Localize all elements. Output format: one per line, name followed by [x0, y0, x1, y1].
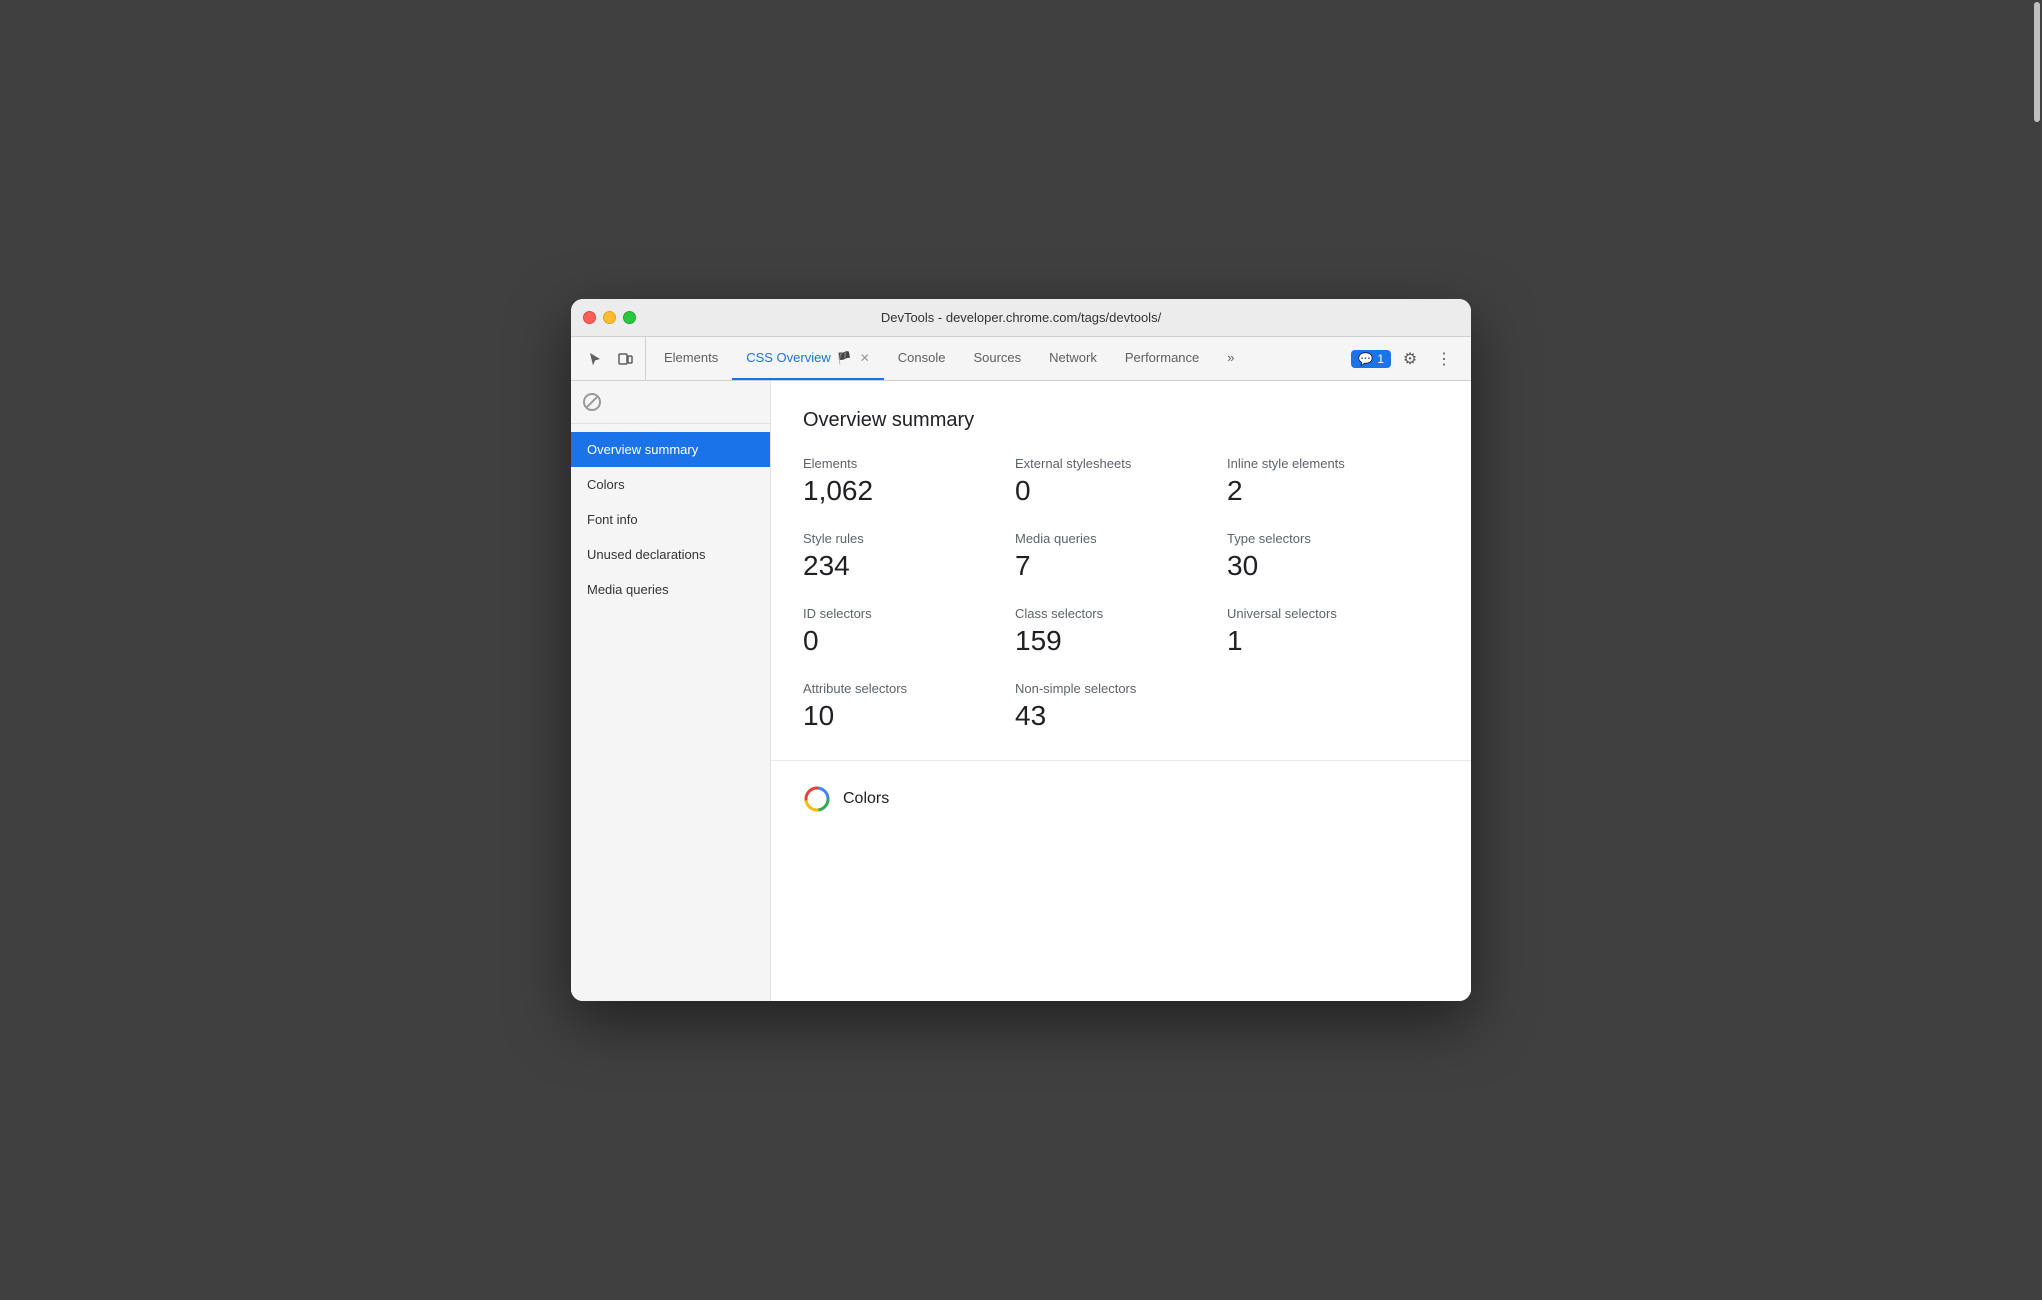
chat-badge[interactable]: 💬 1: [1351, 350, 1391, 368]
stat-universal-selectors-label: Universal selectors: [1227, 606, 1439, 621]
stat-universal-selectors-value: 1: [1227, 625, 1439, 657]
sidebar-nav: Overview summary Colors Font info Unused…: [571, 424, 770, 615]
colors-heading: Colors: [843, 790, 889, 808]
stat-media-queries-label: Media queries: [1015, 531, 1227, 546]
stat-elements: Elements 1,062: [803, 456, 1015, 507]
stat-id-selectors-value: 0: [803, 625, 1015, 657]
stat-type-selectors-value: 30: [1227, 550, 1439, 582]
tab-elements[interactable]: Elements: [650, 337, 732, 380]
chat-icon: 💬: [1358, 352, 1373, 366]
sidebar-item-media-queries[interactable]: Media queries: [571, 572, 770, 607]
stat-universal-selectors: Universal selectors 1: [1227, 606, 1439, 657]
stat-non-simple-selectors: Non-simple selectors 43: [1015, 681, 1227, 732]
tab-sources[interactable]: Sources: [959, 337, 1035, 380]
stat-id-selectors: ID selectors 0: [803, 606, 1015, 657]
stat-style-rules-label: Style rules: [803, 531, 1015, 546]
traffic-lights: [583, 311, 636, 324]
toolbar-icons: [575, 337, 646, 380]
stat-media-queries-value: 7: [1015, 550, 1227, 582]
stat-attribute-selectors: Attribute selectors 10: [803, 681, 1015, 732]
stat-inline-style-label: Inline style elements: [1227, 456, 1439, 471]
stat-type-selectors-label: Type selectors: [1227, 531, 1439, 546]
device-toolbar-button[interactable]: [611, 345, 639, 373]
sidebar-item-unused-declarations[interactable]: Unused declarations: [571, 537, 770, 572]
devtools-window: DevTools - developer.chrome.com/tags/dev…: [571, 299, 1471, 1001]
cursor-tool-button[interactable]: [581, 345, 609, 373]
colors-ring-icon: [803, 785, 831, 813]
chat-count: 1: [1377, 352, 1384, 366]
minimize-button[interactable]: [603, 311, 616, 324]
window-title: DevTools - developer.chrome.com/tags/dev…: [881, 310, 1161, 325]
sidebar-header: [571, 381, 770, 424]
tab-close-button[interactable]: ✕: [860, 351, 870, 365]
stat-external-stylesheets-value: 0: [1015, 475, 1227, 507]
stat-class-selectors-value: 159: [1015, 625, 1227, 657]
stat-attribute-selectors-value: 10: [803, 700, 1015, 732]
toolbar: Elements CSS Overview 🏴 ✕ Console Source…: [571, 337, 1471, 381]
sidebar: Overview summary Colors Font info Unused…: [571, 381, 771, 1001]
stat-inline-style-value: 2: [1227, 475, 1439, 507]
stat-style-rules-value: 234: [803, 550, 1015, 582]
settings-button[interactable]: ⚙: [1395, 344, 1425, 374]
stat-type-selectors: Type selectors 30: [1227, 531, 1439, 582]
toolbar-right: 💬 1 ⚙ ⋮: [1343, 337, 1467, 380]
experiment-icon: 🏴: [837, 351, 852, 365]
stat-class-selectors: Class selectors 159: [1015, 606, 1227, 657]
tab-more[interactable]: »: [1213, 337, 1248, 380]
stat-class-selectors-label: Class selectors: [1015, 606, 1227, 621]
stat-attribute-selectors-label: Attribute selectors: [803, 681, 1015, 696]
title-bar: DevTools - developer.chrome.com/tags/dev…: [571, 299, 1471, 337]
overview-summary-section: Overview summary Elements 1,062 External…: [771, 381, 1471, 761]
stat-inline-style: Inline style elements 2: [1227, 456, 1439, 507]
more-options-button[interactable]: ⋮: [1429, 344, 1459, 374]
sidebar-item-font-info[interactable]: Font info: [571, 502, 770, 537]
tab-css-overview[interactable]: CSS Overview 🏴 ✕: [732, 337, 884, 380]
stat-external-stylesheets: External stylesheets 0: [1015, 456, 1227, 507]
settings-icon: ⚙: [1403, 349, 1417, 369]
sidebar-item-colors[interactable]: Colors: [571, 467, 770, 502]
main-content: Overview summary Colors Font info Unused…: [571, 381, 1471, 1001]
stat-id-selectors-label: ID selectors: [803, 606, 1015, 621]
close-button[interactable]: [583, 311, 596, 324]
tab-performance[interactable]: Performance: [1111, 337, 1213, 380]
section-title: Overview summary: [803, 409, 1439, 432]
stat-non-simple-selectors-label: Non-simple selectors: [1015, 681, 1227, 696]
stat-style-rules: Style rules 234: [803, 531, 1015, 582]
stat-external-stylesheets-label: External stylesheets: [1015, 456, 1227, 471]
block-icon[interactable]: [583, 393, 601, 411]
content-area: Overview summary Elements 1,062 External…: [771, 381, 1471, 1001]
stat-non-simple-selectors-value: 43: [1015, 700, 1227, 732]
css-overview-label: CSS Overview: [746, 350, 831, 365]
tab-network[interactable]: Network: [1035, 337, 1111, 380]
more-icon: ⋮: [1436, 349, 1452, 369]
colors-section: Colors: [771, 761, 1471, 837]
stat-media-queries: Media queries 7: [1015, 531, 1227, 582]
stats-grid: Elements 1,062 External stylesheets 0 In…: [803, 456, 1439, 732]
stat-elements-value: 1,062: [803, 475, 1015, 507]
sidebar-item-overview-summary[interactable]: Overview summary: [571, 432, 770, 467]
maximize-button[interactable]: [623, 311, 636, 324]
tab-bar: Elements CSS Overview 🏴 ✕ Console Source…: [650, 337, 1343, 380]
tab-console[interactable]: Console: [884, 337, 960, 380]
stat-elements-label: Elements: [803, 456, 1015, 471]
stat-placeholder: [1227, 681, 1439, 732]
